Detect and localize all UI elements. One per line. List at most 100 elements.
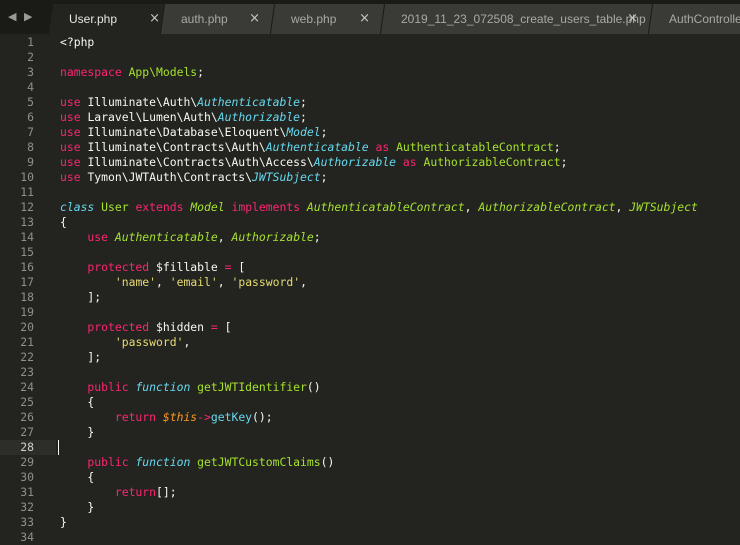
code-line[interactable]: 3 namespace App\Models; xyxy=(0,65,740,80)
code-line[interactable]: 4 xyxy=(0,80,740,95)
code-token: 'password' xyxy=(114,335,184,349)
code-token: [ xyxy=(224,320,232,334)
code-line[interactable]: 13 { xyxy=(0,215,740,230)
code-token: 'email' xyxy=(169,275,218,289)
code-token: = xyxy=(210,320,225,334)
code-token: public xyxy=(60,455,136,469)
tab-nav-arrows-icon[interactable]: ◀ ▶ xyxy=(8,10,34,23)
line-number: 16 xyxy=(20,260,34,274)
tab-label: web.php xyxy=(291,12,337,26)
code-line[interactable]: 31 return[]; xyxy=(0,485,740,500)
code-line[interactable]: 20 protected $hidden = [ xyxy=(0,320,740,335)
code-text: ]; xyxy=(60,290,101,305)
code-token: ; xyxy=(300,95,307,109)
line-number: 10 xyxy=(20,170,34,184)
code-text: } xyxy=(60,425,94,440)
code-line[interactable]: 2 xyxy=(0,50,740,65)
code-line[interactable]: 27 } xyxy=(0,425,740,440)
close-icon[interactable]: × xyxy=(249,11,260,26)
code-token: protected xyxy=(60,260,157,274)
code-token: Authorizable xyxy=(231,230,314,244)
code-line[interactable]: 33} xyxy=(0,515,740,530)
line-number: 22 xyxy=(20,350,34,364)
code-token: use xyxy=(60,230,115,244)
close-icon[interactable]: × xyxy=(627,11,638,26)
code-token: AuthenticatableContract xyxy=(396,140,554,154)
code-token: { xyxy=(60,215,67,229)
tab-authcontroller[interactable]: AuthController xyxy=(647,4,740,34)
code-line[interactable]: 1 <?php xyxy=(0,35,740,50)
line-number: 23 xyxy=(20,365,34,379)
code-token: [ xyxy=(238,260,246,274)
code-text: ]; xyxy=(60,350,101,365)
code-token: Authorizable xyxy=(217,110,301,124)
code-line[interactable]: 12 class User extends Model implements Au… xyxy=(0,200,740,215)
code-line[interactable]: 28 xyxy=(0,440,740,455)
tab-create-users-table-php[interactable]: 2019_11_23_072508_create_users_table.php… xyxy=(379,4,653,34)
code-token: ]; xyxy=(60,350,102,364)
tab-label: auth.php xyxy=(181,12,228,26)
code-text: protected $fillable = [ xyxy=(60,260,245,275)
code-token: getJWTIdentifier xyxy=(197,380,307,394)
code-line[interactable]: 29 public function getJWTCustomClaims() xyxy=(0,455,740,470)
code-line[interactable]: 21 'password', xyxy=(0,335,740,350)
code-token: , xyxy=(300,275,307,289)
line-number: 34 xyxy=(20,530,34,544)
code-line[interactable]: 10 use Tymon\JWTAuth\Contracts\JWTSubject… xyxy=(0,170,740,185)
code-token: $this xyxy=(162,410,198,424)
code-line[interactable]: 23 xyxy=(0,365,740,380)
code-line[interactable]: 19 xyxy=(0,305,740,320)
line-number: 21 xyxy=(20,335,34,349)
close-icon[interactable]: × xyxy=(359,11,370,26)
code-token: getJWTCustomClaims xyxy=(197,455,321,469)
code-token: use xyxy=(60,140,88,154)
code-line[interactable]: 6 use Laravel\Lumen\Auth\Authorizable; xyxy=(0,110,740,125)
code-line[interactable]: 32 } xyxy=(0,500,740,515)
code-token: class xyxy=(60,200,102,214)
tab-web-php[interactable]: web.php × xyxy=(269,4,385,34)
code-line[interactable]: 30 { xyxy=(0,470,740,485)
close-icon[interactable]: × xyxy=(149,11,160,26)
code-line[interactable]: 15 xyxy=(0,245,740,260)
code-line[interactable]: 24 public function getJWTIdentifier() xyxy=(0,380,740,395)
code-line[interactable]: 9 use Illuminate\Contracts\Auth\Access\Au… xyxy=(0,155,740,170)
tab-user-php[interactable]: User.php × xyxy=(47,4,175,34)
code-line[interactable]: 25 { xyxy=(0,395,740,410)
code-token: AuthenticatableContract xyxy=(306,200,465,214)
code-line[interactable]: 26 return $this->getKey(); xyxy=(0,410,740,425)
text-cursor xyxy=(58,440,59,455)
line-number: 14 xyxy=(20,230,34,244)
code-token: Model xyxy=(190,200,232,214)
line-number: 26 xyxy=(20,410,34,424)
code-line[interactable]: 14 use Authenticatable, Authorizable; xyxy=(0,230,740,245)
code-token: 'password' xyxy=(231,275,301,289)
code-text: 'password', xyxy=(60,335,190,350)
code-token: use xyxy=(60,170,88,184)
code-token: Authorizable xyxy=(313,155,397,169)
code-line[interactable]: 11 xyxy=(0,185,740,200)
code-line[interactable]: 7 use Illuminate\Database\Eloquent\Model; xyxy=(0,125,740,140)
tab-label: AuthController xyxy=(669,12,740,26)
code-text: use Laravel\Lumen\Auth\Authorizable; xyxy=(60,110,307,125)
code-line[interactable]: 34 xyxy=(0,530,740,545)
code-text: use Authenticatable, Authorizable; xyxy=(60,230,320,245)
code-token: protected xyxy=(60,320,157,334)
code-text: use Illuminate\Auth\Authenticatable; xyxy=(60,95,307,110)
line-number: 9 xyxy=(27,155,34,169)
code-token: App\Models xyxy=(128,65,198,79)
code-token: , xyxy=(183,335,191,349)
code-token: () xyxy=(320,455,335,469)
code-token: ; xyxy=(553,140,561,154)
code-line[interactable]: 16 protected $fillable = [ xyxy=(0,260,740,275)
tab-auth-php[interactable]: auth.php × xyxy=(159,4,275,34)
code-editor[interactable]: 1 <?php 2 3 namespace App\Models; 4 5 use Illum… xyxy=(0,34,740,544)
line-number: 33 xyxy=(20,515,34,529)
code-line[interactable]: 5 use Illuminate\Auth\Authenticatable; xyxy=(0,95,740,110)
code-text: public function getJWTIdentifier() xyxy=(60,380,320,395)
code-line[interactable]: 18 ]; xyxy=(0,290,740,305)
code-line[interactable]: 8 use Illuminate\Contracts\Auth\Authentic… xyxy=(0,140,740,155)
code-line[interactable]: 22 ]; xyxy=(0,350,740,365)
code-line[interactable]: 17 'name', 'email', 'password', xyxy=(0,275,740,290)
code-token: return xyxy=(60,485,157,499)
code-token: , xyxy=(217,275,232,289)
